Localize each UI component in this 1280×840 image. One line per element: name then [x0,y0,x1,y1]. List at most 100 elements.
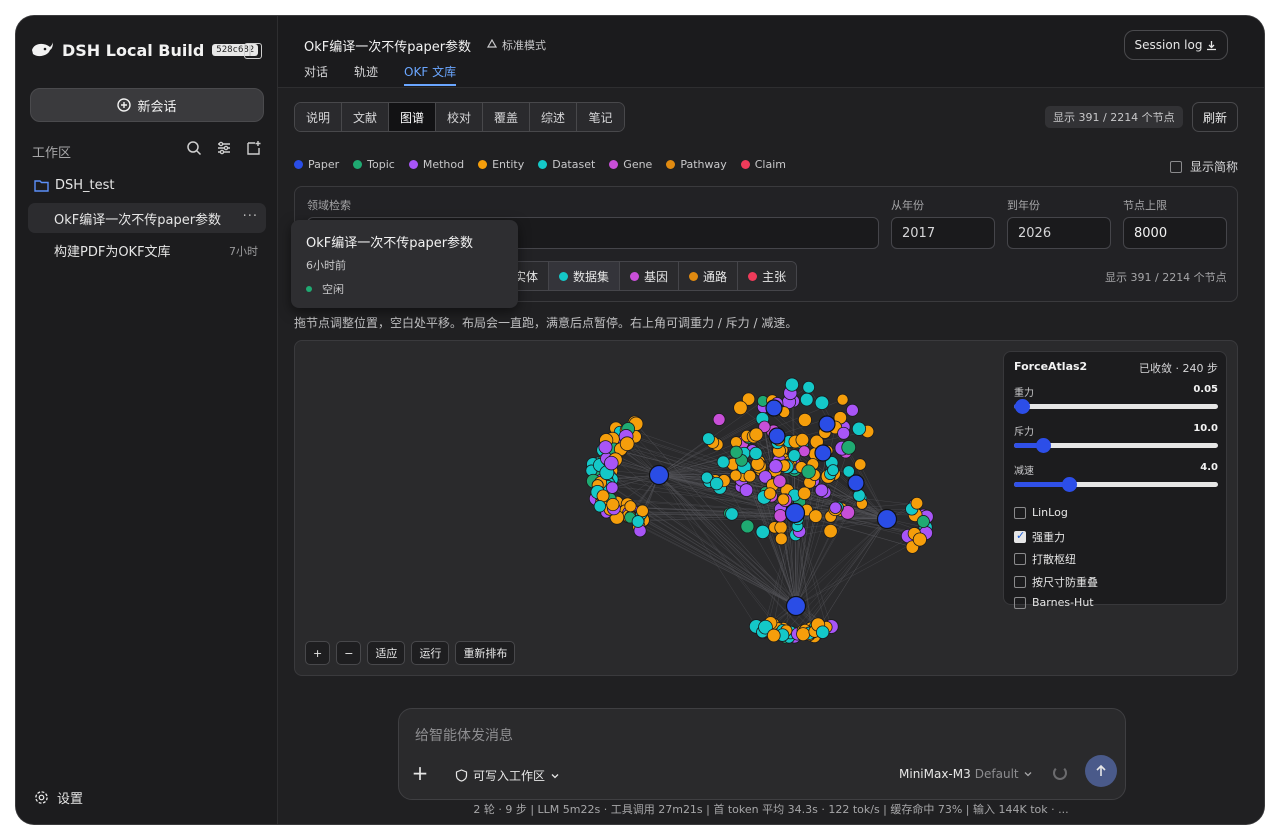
graph-node[interactable] [740,519,755,534]
graph-node[interactable] [624,500,637,513]
tab-trace[interactable]: 轨迹 [354,63,378,86]
graph-node[interactable] [854,458,867,471]
graph-node[interactable] [774,520,788,535]
graph-node[interactable] [829,501,842,514]
graph-node[interactable] [910,496,924,510]
model-selector[interactable]: MiniMax-M3 Default [899,767,1033,781]
forceatlas-option[interactable]: 打散枢纽 [1014,551,1076,567]
session-item[interactable]: 构建PDF为OKF文库 7小时 [28,235,266,265]
zoom-in-button[interactable]: + [305,641,331,665]
graph-node[interactable] [709,476,724,491]
option-checkbox[interactable] [1014,596,1026,609]
from-year-input[interactable]: 2017 [891,217,995,249]
chip-pathway[interactable]: 通路 [679,262,739,290]
slider-handle[interactable] [1015,399,1031,414]
graph-node[interactable] [797,486,812,501]
graph-node[interactable] [801,464,816,479]
to-year-input[interactable]: 2026 [1007,217,1111,249]
graph-node[interactable] [777,493,790,506]
subtab-review[interactable]: 综述 [530,103,577,131]
graph-node[interactable] [797,412,812,427]
option-checkbox[interactable] [1014,529,1026,543]
graph-node[interactable] [636,504,649,518]
graph-hub-node[interactable] [847,474,865,492]
chip-dataset[interactable]: 数据集 [549,262,621,290]
option-checkbox[interactable] [1014,575,1026,588]
graph-node[interactable] [851,421,867,436]
show-short-name-toggle[interactable]: 显示简称 [1170,158,1238,175]
slider-track[interactable] [1014,438,1218,453]
forceatlas-option[interactable]: 按尺寸防重叠 [1014,574,1098,590]
graph-node[interactable] [836,393,849,406]
node-limit-input[interactable]: 8000 [1123,217,1227,249]
graph-node[interactable] [841,440,857,455]
graph-canvas[interactable]: + − 适应 运行 重新排布 ForceAtlas2 已收敛 · 240 步 重… [294,340,1238,676]
tab-okf-library[interactable]: OKF 文库 [404,63,457,86]
session-item-active[interactable]: OkF编译一次不传paper参数 ··· [28,203,266,233]
graph-node[interactable] [725,507,739,521]
graph-node[interactable] [763,487,777,500]
sidebar-toggle-icon[interactable] [244,43,262,59]
graph-hub-node[interactable] [814,444,832,462]
graph-node[interactable] [916,515,930,529]
slider-track[interactable] [1014,399,1218,414]
graph-hub-node[interactable] [876,508,898,530]
workspace-folder[interactable]: DSH_test [34,178,115,193]
graph-node[interactable] [749,427,764,442]
graph-node[interactable] [823,523,838,539]
more-options-icon[interactable]: ··· [243,209,258,224]
graph-node[interactable] [596,489,610,503]
mode-indicator[interactable]: 标准模式 [486,37,546,53]
graph-node[interactable] [593,500,607,513]
send-button[interactable] [1085,755,1117,787]
session-log-button[interactable]: Session log [1124,30,1228,60]
graph-node[interactable] [814,483,829,498]
graph-hub-node[interactable] [765,399,783,417]
new-folder-icon[interactable] [246,140,262,156]
graph-node[interactable] [802,380,815,394]
refresh-button[interactable]: 刷新 [1192,102,1238,132]
graph-node[interactable] [606,497,620,512]
attach-plus-icon[interactable]: + [411,763,429,783]
graph-node[interactable] [766,628,781,643]
graph-node[interactable] [733,400,748,416]
subtab-papers[interactable]: 文献 [342,103,389,131]
graph-node[interactable] [774,532,788,546]
option-checkbox[interactable] [1014,506,1026,519]
graph-hub-node[interactable] [785,595,807,617]
graph-node[interactable] [702,432,715,445]
graph-node[interactable] [729,445,743,459]
relayout-button[interactable]: 重新排布 [455,641,516,665]
graph-node[interactable] [743,469,757,483]
slider-handle[interactable] [1062,477,1078,492]
graph-hub-node[interactable] [818,415,836,433]
graph-node[interactable] [606,481,619,494]
forceatlas-option[interactable]: 强重力 [1014,529,1065,545]
new-chat-button[interactable]: 新会话 [30,88,264,122]
graph-node[interactable] [749,446,763,461]
graph-node[interactable] [729,469,742,482]
graph-hub-node[interactable] [648,464,670,486]
slider-handle[interactable] [1035,438,1051,453]
graph-node[interactable] [800,392,814,407]
graph-node[interactable] [773,474,787,488]
message-input[interactable]: 给智能体发消息 [415,725,513,745]
graph-node[interactable] [814,395,830,410]
graph-node[interactable] [598,440,613,455]
fit-button[interactable]: 适应 [367,641,406,665]
forceatlas-option[interactable]: Barnes-Hut [1014,596,1094,609]
graph-node[interactable] [795,432,810,447]
option-checkbox[interactable] [1014,553,1026,565]
graph-node[interactable] [837,426,851,440]
settings-button[interactable]: 设置 [34,788,83,807]
graph-node[interactable] [784,377,800,392]
graph-node[interactable] [808,509,823,523]
graph-node[interactable] [773,509,787,523]
subtab-notes[interactable]: 笔记 [577,103,624,131]
graph-node[interactable] [796,627,811,642]
graph-node[interactable] [631,515,645,528]
zoom-out-button[interactable]: − [336,641,362,665]
permission-selector[interactable]: 可写入工作区 [455,767,560,784]
forceatlas-option[interactable]: LinLog [1014,506,1068,519]
short-name-checkbox[interactable] [1170,160,1182,173]
